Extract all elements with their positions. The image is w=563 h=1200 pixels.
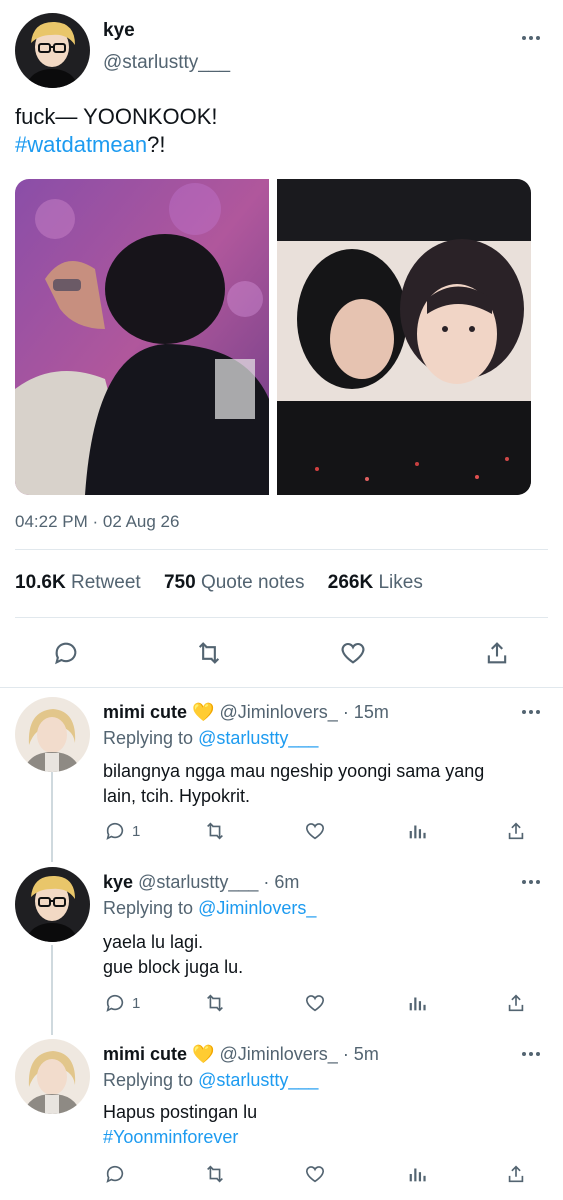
divider [0, 687, 563, 688]
tweet-timestamp[interactable]: 04:22 PM · 02 Aug 26 [15, 512, 179, 532]
like-icon[interactable] [304, 820, 326, 842]
retweet-label[interactable]: Retweet [71, 572, 141, 593]
retweet-icon[interactable] [203, 1163, 227, 1185]
reply-avatar[interactable] [15, 1039, 90, 1114]
author-handle[interactable]: @starlustty___ [103, 52, 230, 74]
reply-header: mimi cute 💛 @Jiminlovers_ · 5m [103, 1044, 379, 1065]
reply-icon[interactable] [104, 1163, 126, 1185]
replying-to: Replying to @starlustty___ [103, 728, 318, 749]
analytics-icon[interactable] [406, 1163, 428, 1185]
reply-author-handle[interactable]: @starlustty___ [138, 872, 258, 892]
more-options-icon[interactable] [522, 36, 540, 40]
reply-text-line: gue block juga lu. [103, 957, 244, 977]
reply-header: mimi cute 💛 @Jiminlovers_ · 15m [103, 702, 389, 723]
thread-line [51, 772, 53, 862]
reply-text-line: lain, tcih. Hypokrit. [103, 786, 251, 806]
replying-to-handle[interactable]: @starlustty___ [198, 728, 318, 748]
reply-author-handle[interactable]: @Jiminlovers_ [219, 1044, 337, 1064]
replying-to-label: Replying to [103, 1070, 194, 1090]
quote-count[interactable]: 750 [164, 572, 196, 593]
reply-text: yaela lu lagi. gue block juga lu. [103, 930, 543, 980]
more-options-icon[interactable] [522, 880, 540, 884]
reply-icon [106, 822, 124, 840]
retweet-icon[interactable] [203, 820, 227, 842]
divider [15, 549, 548, 550]
reply-count: 1 [132, 994, 141, 1012]
like-label[interactable]: Likes [378, 572, 422, 593]
reply-author-handle[interactable]: @Jiminlovers_ [219, 702, 337, 722]
retweet-icon[interactable] [203, 992, 227, 1014]
quote-label[interactable]: Quote notes [201, 572, 305, 593]
like-icon[interactable] [304, 992, 326, 1014]
hashtag-link[interactable]: #Yoonminforever [103, 1125, 543, 1150]
more-options-icon[interactable] [522, 1052, 540, 1056]
author-avatar[interactable] [15, 13, 90, 88]
share-icon[interactable] [505, 992, 527, 1014]
reply-time[interactable]: · 15m [343, 702, 389, 722]
reply-time[interactable]: · 5m [343, 1044, 379, 1064]
reply-text-line: yaela lu lagi. [103, 932, 204, 952]
tweet-text: fuck— YOONKOOK! #watdatmean?! [15, 103, 218, 159]
replying-to-label: Replying to [103, 728, 194, 748]
tweet-photo-left[interactable] [15, 179, 269, 495]
reply-icon [106, 994, 124, 1012]
more-options-icon[interactable] [522, 710, 540, 714]
author-name[interactable]: kye [103, 20, 135, 42]
analytics-icon[interactable] [406, 820, 428, 842]
tweet-text-suffix: ?! [147, 132, 166, 157]
share-icon[interactable] [505, 820, 527, 842]
replying-to-handle[interactable]: @Jiminlovers_ [198, 898, 316, 918]
reply-author-name[interactable]: kye [103, 872, 133, 892]
reply-text-line: bilangnya ngga mau ngeship yoongi sama y… [103, 761, 485, 781]
tweet-text-line: fuck— YOONKOOK! [15, 104, 218, 129]
reply-icon[interactable] [51, 638, 81, 668]
tweet-stats: 10.6K Retweet 750 Quote notes 266K Likes [15, 572, 441, 594]
reply-text: bilangnya ngga mau ngeship yoongi sama y… [103, 759, 543, 809]
reply-text: Hapus postingan lu #Yoonminforever [103, 1100, 543, 1150]
share-icon[interactable] [482, 638, 512, 668]
reply-avatar[interactable] [15, 697, 90, 772]
like-count[interactable]: 266K [328, 572, 373, 593]
thread-line [51, 945, 53, 1035]
share-icon[interactable] [505, 1163, 527, 1185]
reply-avatar[interactable] [15, 867, 90, 942]
like-icon[interactable] [338, 638, 368, 668]
reply-action[interactable]: 1 [104, 992, 140, 1014]
reply-text-line: Hapus postingan lu [103, 1102, 258, 1122]
reply-count: 1 [132, 822, 141, 840]
heart-emoji: 💛 [192, 702, 215, 722]
tweet-photo-right[interactable] [277, 179, 531, 495]
reply-action[interactable]: 1 [104, 820, 140, 842]
replying-to: Replying to @starlustty___ [103, 1070, 318, 1091]
reply-author-name[interactable]: mimi cute [103, 1044, 187, 1064]
replying-to-handle[interactable]: @starlustty___ [198, 1070, 318, 1090]
hashtag-link[interactable]: #watdatmean [15, 132, 147, 157]
like-icon[interactable] [304, 1163, 326, 1185]
replying-to-label: Replying to [103, 898, 194, 918]
divider [15, 617, 548, 618]
reply-header: kye @starlustty___ · 6m [103, 872, 299, 893]
heart-emoji: 💛 [192, 1044, 215, 1064]
analytics-icon[interactable] [406, 992, 428, 1014]
reply-time[interactable]: · 6m [263, 872, 299, 892]
replying-to: Replying to @Jiminlovers_ [103, 898, 316, 919]
retweet-count[interactable]: 10.6K [15, 572, 66, 593]
retweet-icon[interactable] [194, 638, 224, 668]
reply-author-name[interactable]: mimi cute [103, 702, 187, 722]
